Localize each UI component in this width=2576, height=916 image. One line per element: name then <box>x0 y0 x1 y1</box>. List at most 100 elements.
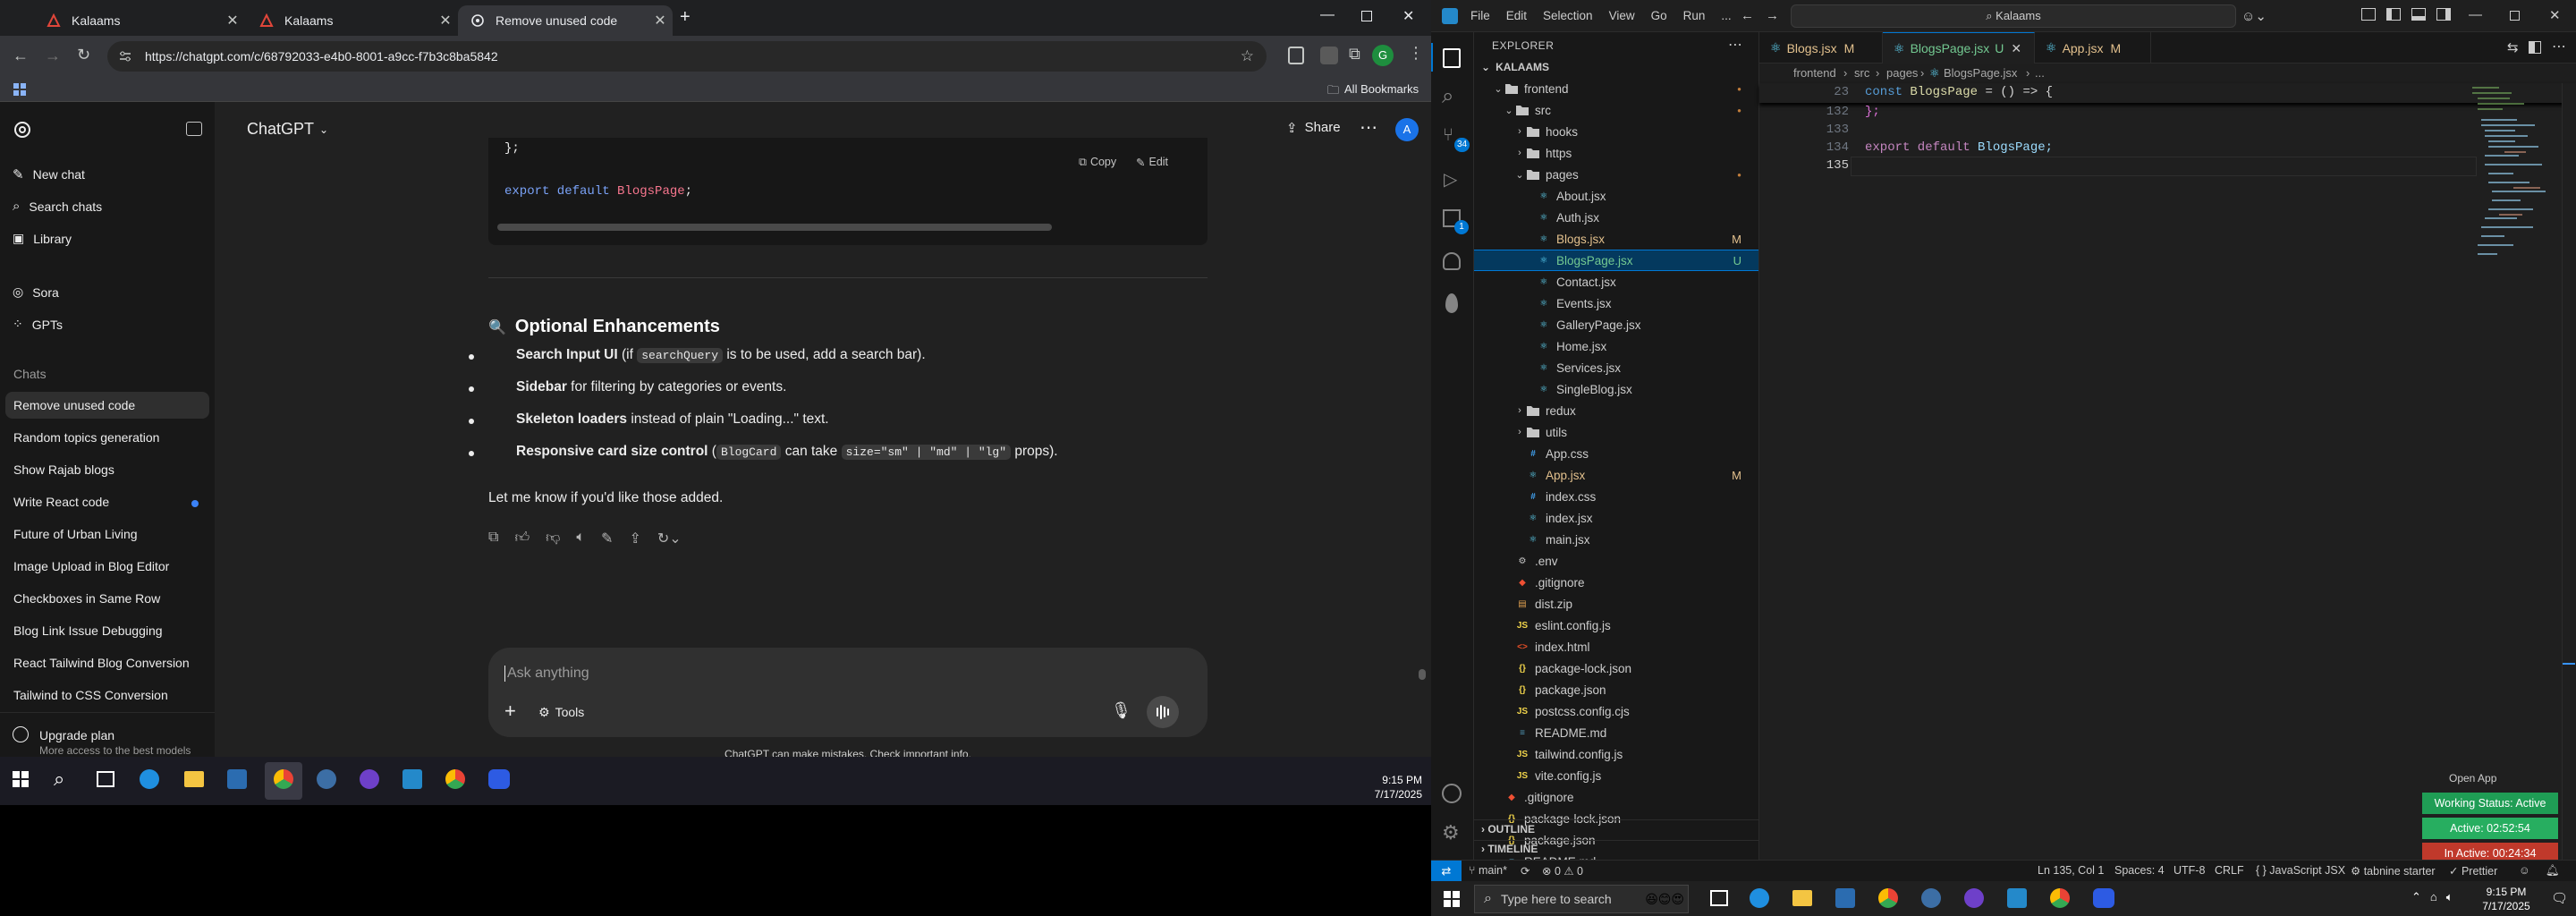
openai-logo-icon[interactable] <box>13 120 32 140</box>
timeline-section[interactable]: › TIMELINE <box>1481 843 1538 855</box>
chat-item[interactable]: Remove unused code <box>13 398 135 412</box>
all-bookmarks[interactable]: 🗀 All Bookmarks <box>1327 82 1419 102</box>
chat-item[interactable]: Blog Link Issue Debugging <box>13 623 163 638</box>
tree-file[interactable]: JS tailwind.config.js <box>1474 744 1758 764</box>
zoom-icon[interactable] <box>2093 888 2114 908</box>
tree-file[interactable]: ⚛ Events.jsx <box>1474 293 1758 313</box>
chrome-icon[interactable] <box>274 769 293 789</box>
edge-icon[interactable] <box>140 769 159 789</box>
search-icon[interactable]: ⌕ <box>1442 84 1453 109</box>
line-ending[interactable]: CRLF <box>2215 864 2244 877</box>
extension-view-icon[interactable] <box>1445 293 1458 313</box>
remote-icon[interactable]: ⇄ <box>1431 861 1462 881</box>
store-icon[interactable] <box>1835 888 1855 908</box>
tree-file[interactable]: # App.css <box>1474 444 1758 463</box>
editor-tab[interactable]: ⚛ App.jsx M <box>2035 32 2151 64</box>
manage-gear-icon[interactable]: ⚙ <box>1442 821 1460 844</box>
tools-button[interactable]: ⚙ Tools <box>538 705 584 720</box>
extensions-puzzle-icon[interactable]: ⧉ <box>1349 45 1360 64</box>
menu-run[interactable]: Run <box>1683 9 1706 22</box>
microphone-icon[interactable]: 🎙︎ <box>1111 701 1131 720</box>
more-actions-icon[interactable]: ⋯ <box>2552 38 2566 55</box>
tree-file[interactable]: ⚛ main.jsx <box>1474 530 1758 549</box>
tree-file[interactable]: ⚛ BlogsPage.jsx U <box>1474 250 1758 271</box>
model-selector[interactable]: ChatGPT ⌄ <box>247 120 328 139</box>
tree-file[interactable]: ≡ README.md <box>1474 723 1758 742</box>
chrome-icon[interactable] <box>2050 888 2070 908</box>
tree-file[interactable]: ◆ .gitignore <box>1474 572 1758 592</box>
tree-file[interactable]: ⚛ Services.jsx <box>1474 358 1758 377</box>
tree-folder[interactable]: › hooks <box>1474 122 1758 141</box>
nav-back-icon[interactable]: ← <box>1741 8 1754 23</box>
encoding[interactable]: UTF-8 <box>2174 864 2205 877</box>
more-actions-icon[interactable]: ⋯ <box>1728 36 1742 54</box>
zoom-icon[interactable] <box>488 769 510 789</box>
search-icon[interactable]: ⌕ <box>54 768 64 791</box>
tree-file[interactable]: ⚛ App.jsx M <box>1474 465 1758 485</box>
task-view-icon[interactable] <box>1710 890 1728 906</box>
workspace-root[interactable]: ⌄ KALAAMS <box>1481 61 1549 73</box>
tree-file[interactable]: ⚛ Blogs.jsx M <box>1474 229 1758 249</box>
open-changes-icon[interactable]: ⇆ <box>2507 39 2519 55</box>
minimize-icon[interactable]: — <box>1320 7 1335 23</box>
tree-file[interactable]: ◆ .gitignore <box>1474 787 1758 807</box>
github-icon[interactable] <box>1443 252 1461 270</box>
read-aloud-icon[interactable]: 🔈︎ <box>576 530 585 547</box>
editor-tab-active[interactable]: ⚛ BlogsPage.jsx U ✕ <box>1883 32 2035 64</box>
tree-file[interactable]: # index.css <box>1474 487 1758 506</box>
bookmark-star-icon[interactable]: ☆ <box>1241 47 1254 65</box>
prompt-input[interactable]: Ask anything <box>504 666 589 682</box>
close-tab-icon[interactable]: ✕ <box>648 12 673 30</box>
chat-item[interactable]: Future of Urban Living <box>13 527 138 541</box>
toggle-secondary-sidebar-icon[interactable] <box>2436 8 2451 21</box>
edge-icon[interactable] <box>1750 888 1769 908</box>
menu-sora[interactable]: ◎ Sora <box>13 284 59 300</box>
menu-view[interactable]: View <box>1609 9 1635 22</box>
share-icon[interactable]: ⇪ <box>629 530 640 547</box>
branch-status[interactable]: ⑂ main* <box>1469 864 1507 877</box>
editor-scrollbar[interactable] <box>2562 83 2576 860</box>
user-avatar[interactable]: A <box>1395 118 1419 141</box>
apps-grid-icon[interactable] <box>13 82 27 97</box>
minimize-icon[interactable]: — <box>2469 7 2482 22</box>
tree-file[interactable]: ⚛ Home.jsx <box>1474 336 1758 356</box>
tree-folder[interactable]: ⌄ pages ● <box>1474 165 1758 184</box>
explorer-icon[interactable] <box>1443 48 1461 68</box>
more-options-icon[interactable]: ⋯ <box>1360 116 1377 139</box>
thumbs-up-icon[interactable]: 👍︎ <box>514 530 530 547</box>
share-button[interactable]: ⇪ Share <box>1286 120 1341 136</box>
menu-new-chat[interactable]: ✎ New chat <box>13 166 85 182</box>
layout-icon[interactable] <box>2361 8 2376 21</box>
editor-tab[interactable]: ⚛ Blogs.jsx M <box>1759 32 1883 64</box>
tree-file[interactable]: ⚙ .env <box>1474 551 1758 571</box>
breadcrumb-item[interactable]: frontend <box>1793 66 1836 80</box>
tree-file[interactable]: ⚛ Auth.jsx <box>1474 208 1758 227</box>
menu-edit[interactable]: Edit <box>1506 9 1527 22</box>
menu-file[interactable]: File <box>1470 9 1490 22</box>
main-scrollbar[interactable] <box>1419 669 1426 680</box>
chat-item[interactable]: Random topics generation <box>13 430 159 445</box>
tree-file[interactable]: ⚛ GalleryPage.jsx <box>1474 315 1758 335</box>
edit-in-canvas-icon[interactable]: ✎ <box>601 530 613 547</box>
code-scrollbar[interactable] <box>497 224 1052 231</box>
browser-tab-active[interactable]: Remove unused code ✕ <box>458 5 673 36</box>
browser-tab[interactable]: Kalaams ✕ <box>247 5 458 36</box>
notifications-icon[interactable]: 🔔︎ <box>2546 864 2560 878</box>
tree-file[interactable]: ⚛ About.jsx <box>1474 186 1758 206</box>
code-editor[interactable]: 23 const BlogsPage = () => { 132 }; 133 … <box>1759 83 2576 860</box>
chat-item[interactable]: Tailwind to CSS Conversion <box>13 688 168 702</box>
toggle-sidebar-icon[interactable] <box>2386 8 2401 21</box>
accounts-icon[interactable] <box>1442 784 1462 803</box>
maximize-icon[interactable] <box>2510 11 2520 21</box>
store-icon[interactable] <box>227 769 247 789</box>
breadcrumb-item[interactable]: src <box>1854 66 1869 80</box>
close-tab-icon[interactable]: ✕ <box>220 12 245 30</box>
tree-file[interactable]: JS eslint.config.js <box>1474 615 1758 635</box>
menu-selection[interactable]: Selection <box>1543 9 1593 22</box>
chat-item[interactable]: Show Rajab blogs <box>13 462 114 477</box>
copy-code-button[interactable]: ⧉ Copy <box>1079 156 1116 169</box>
task-view-icon[interactable] <box>97 771 114 787</box>
app-icon[interactable] <box>1921 888 1941 908</box>
new-tab-icon[interactable]: + <box>680 7 691 28</box>
toggle-panel-icon[interactable] <box>2411 8 2426 21</box>
